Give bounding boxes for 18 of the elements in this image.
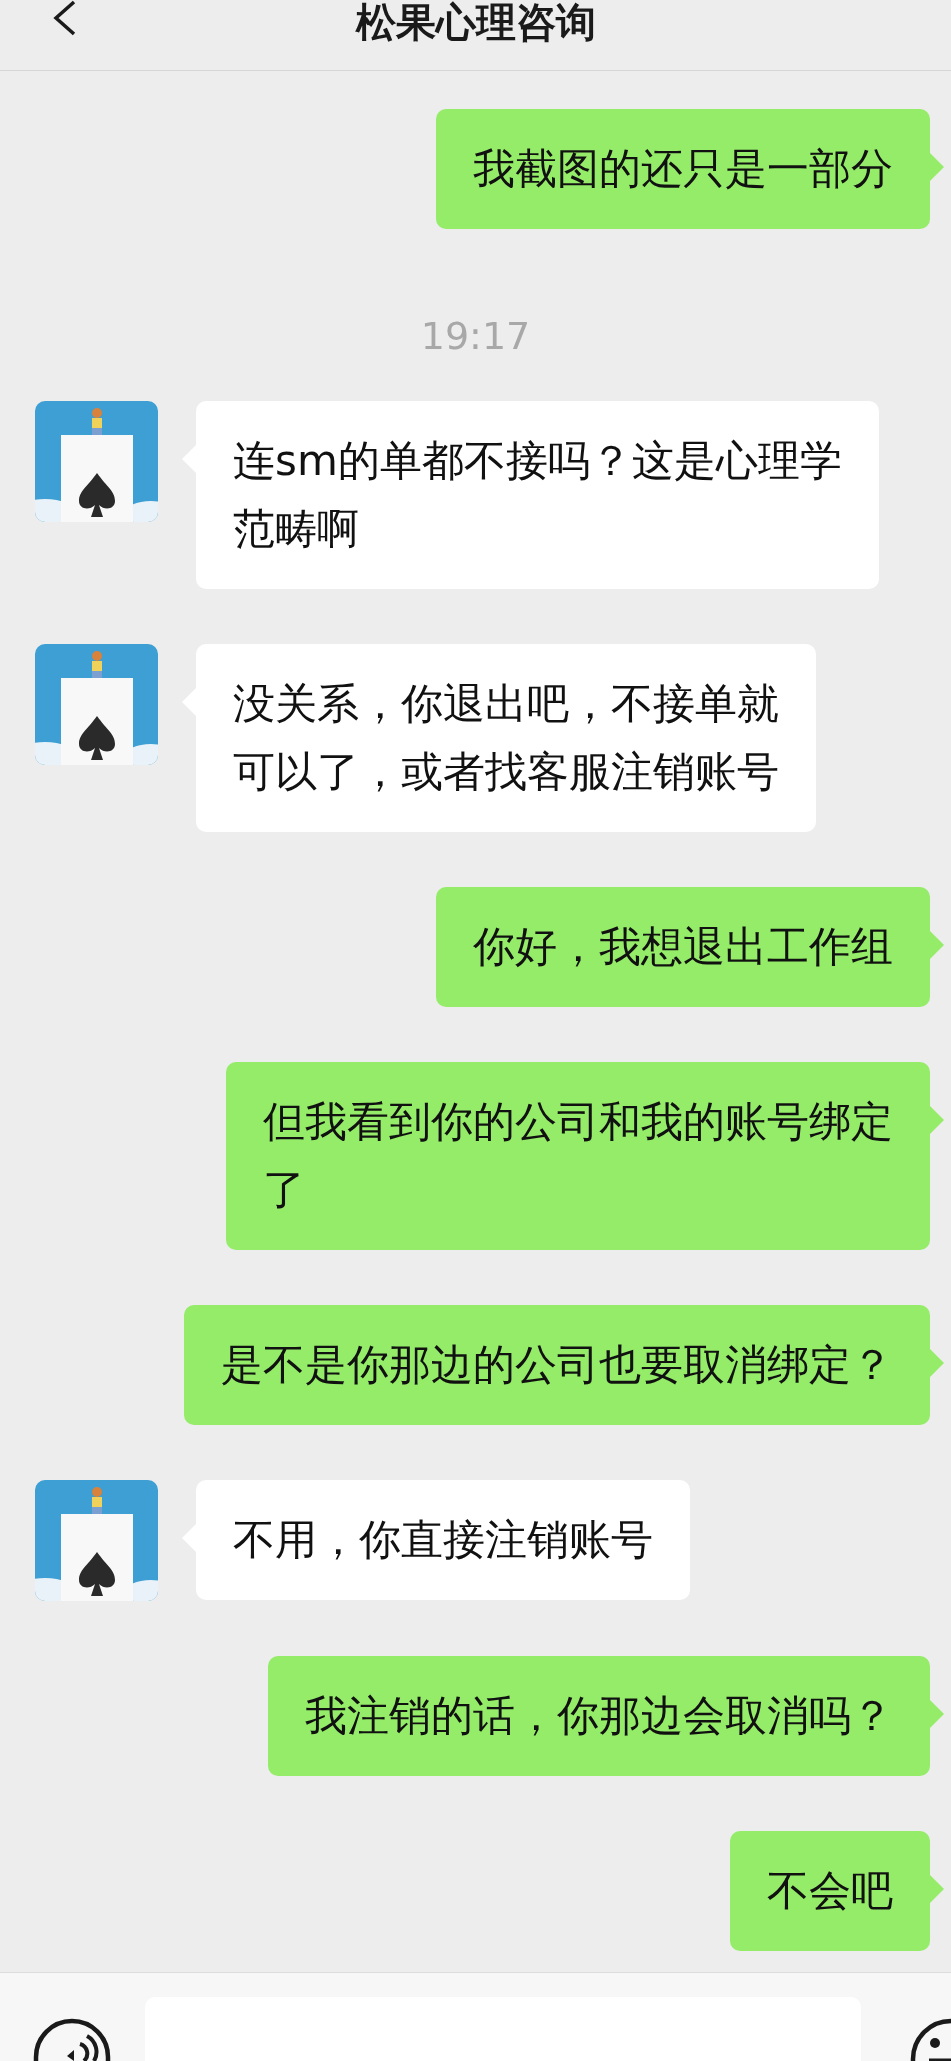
message-bubble: 不会吧 (730, 1831, 930, 1951)
bubble-tail (930, 1349, 944, 1377)
bubble-tail (930, 1875, 944, 1903)
message-bubble: 没关系，你退出吧，不接单就 可以了，或者找客服注销账号 (196, 644, 816, 832)
message-bubble: 我截图的还只是一部分 (436, 109, 930, 229)
message-bubble: 但我看到你的公司和我的账号绑定 了 (226, 1062, 930, 1250)
bubble-tail (930, 153, 944, 181)
timestamp: 19:17 (419, 314, 532, 358)
voice-icon[interactable] (32, 2016, 112, 2061)
message-bubble: 不用，你直接注销账号 (196, 1480, 690, 1600)
bubble-tail (930, 1700, 944, 1728)
bubble-tail (930, 931, 944, 959)
bubble-tail (930, 1106, 944, 1134)
chat-title: 松果心理咨询 (355, 0, 596, 47)
message-bubble: 我注销的话，你那边会取消吗？ (268, 1656, 930, 1776)
message-bubble: 你好，我想退出工作组 (436, 887, 930, 1007)
message-bubble: 连sm的单都不接吗？这是心理学 范畴啊 (196, 401, 879, 589)
message-bubble: 是不是你那边的公司也要取消绑定？ (184, 1305, 930, 1425)
